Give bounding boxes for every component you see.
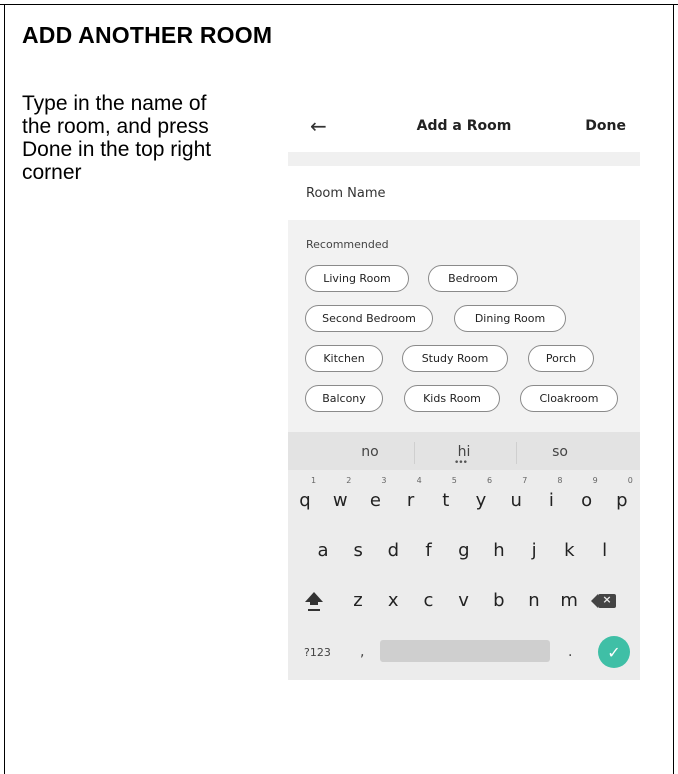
chip-study-room[interactable]: Study Room xyxy=(402,345,508,372)
key-number-hint: 9 xyxy=(592,476,598,485)
key-i[interactable]: i xyxy=(537,490,565,511)
key-r[interactable]: r xyxy=(397,490,425,511)
key-number-hint: 5 xyxy=(451,476,457,485)
key-e[interactable]: e xyxy=(361,490,389,511)
suggestion-divider xyxy=(516,442,517,464)
table-border-right xyxy=(673,4,674,774)
key-d[interactable]: d xyxy=(379,540,407,561)
key-u[interactable]: u xyxy=(502,490,530,511)
key-number-hint: 7 xyxy=(522,476,528,485)
chip-second-bedroom[interactable]: Second Bedroom xyxy=(305,305,433,332)
suggestion-so[interactable]: so xyxy=(520,444,600,460)
key-q[interactable]: q xyxy=(291,490,319,511)
suggestion-divider xyxy=(414,442,415,464)
phone-screenshot: ← Add a Room Done Room Name Recommended … xyxy=(288,104,640,680)
backspace-icon[interactable]: × xyxy=(591,593,616,608)
check-icon[interactable]: ✓ xyxy=(598,636,630,668)
more-suggestions-icon: ••• xyxy=(454,458,468,468)
chip-porch[interactable]: Porch xyxy=(528,345,594,372)
key-g[interactable]: g xyxy=(450,540,478,561)
key-v[interactable]: v xyxy=(450,590,478,611)
suggestion-no[interactable]: no xyxy=(330,444,410,460)
document-frame: ADD ANOTHER ROOM Type in the name of the… xyxy=(0,0,678,774)
key-number-hint: 0 xyxy=(627,476,633,485)
chip-balcony[interactable]: Balcony xyxy=(305,385,383,412)
period-key[interactable]: . xyxy=(568,644,572,660)
chip-living-room[interactable]: Living Room xyxy=(305,265,409,292)
key-number-hint: 3 xyxy=(381,476,387,485)
key-s[interactable]: s xyxy=(344,540,372,561)
key-z[interactable]: z xyxy=(344,590,372,611)
key-n[interactable]: n xyxy=(520,590,548,611)
key-b[interactable]: b xyxy=(485,590,513,611)
key-number-hint: 6 xyxy=(487,476,493,485)
key-j[interactable]: j xyxy=(520,540,548,561)
instructions-text: Type in the name of the room, and press … xyxy=(22,92,212,184)
chip-cloakroom[interactable]: Cloakroom xyxy=(520,385,618,412)
spacebar[interactable] xyxy=(380,640,550,662)
key-c[interactable]: c xyxy=(414,590,442,611)
chip-kitchen[interactable]: Kitchen xyxy=(305,345,383,372)
shift-icon[interactable] xyxy=(304,590,324,612)
key-h[interactable]: h xyxy=(485,540,513,561)
recommended-label: Recommended xyxy=(306,238,389,251)
comma-key[interactable]: , xyxy=(360,644,364,660)
table-border-top xyxy=(0,4,678,5)
key-m[interactable]: m xyxy=(555,590,583,611)
key-a[interactable]: a xyxy=(309,540,337,561)
done-button[interactable]: Done xyxy=(585,118,626,134)
symbols-key[interactable]: ?123 xyxy=(304,646,331,659)
key-p[interactable]: p xyxy=(608,490,636,511)
section-heading: ADD ANOTHER ROOM xyxy=(22,22,273,48)
key-f[interactable]: f xyxy=(415,540,443,561)
key-w[interactable]: w xyxy=(326,490,354,511)
app-bar: ← Add a Room Done xyxy=(288,104,640,152)
key-number-hint: 4 xyxy=(416,476,422,485)
key-o[interactable]: o xyxy=(573,490,601,511)
key-number-hint: 1 xyxy=(311,476,317,485)
room-name-input[interactable]: Room Name xyxy=(306,186,386,201)
key-l[interactable]: l xyxy=(591,540,619,561)
chip-kids-room[interactable]: Kids Room xyxy=(404,385,500,412)
key-y[interactable]: y xyxy=(467,490,495,511)
divider xyxy=(288,152,640,166)
key-number-hint: 8 xyxy=(557,476,563,485)
key-number-hint: 2 xyxy=(346,476,352,485)
chip-bedroom[interactable]: Bedroom xyxy=(428,265,518,292)
key-k[interactable]: k xyxy=(555,540,583,561)
key-t[interactable]: t xyxy=(432,490,460,511)
chip-dining-room[interactable]: Dining Room xyxy=(454,305,566,332)
table-border-left xyxy=(4,4,5,774)
key-x[interactable]: x xyxy=(379,590,407,611)
